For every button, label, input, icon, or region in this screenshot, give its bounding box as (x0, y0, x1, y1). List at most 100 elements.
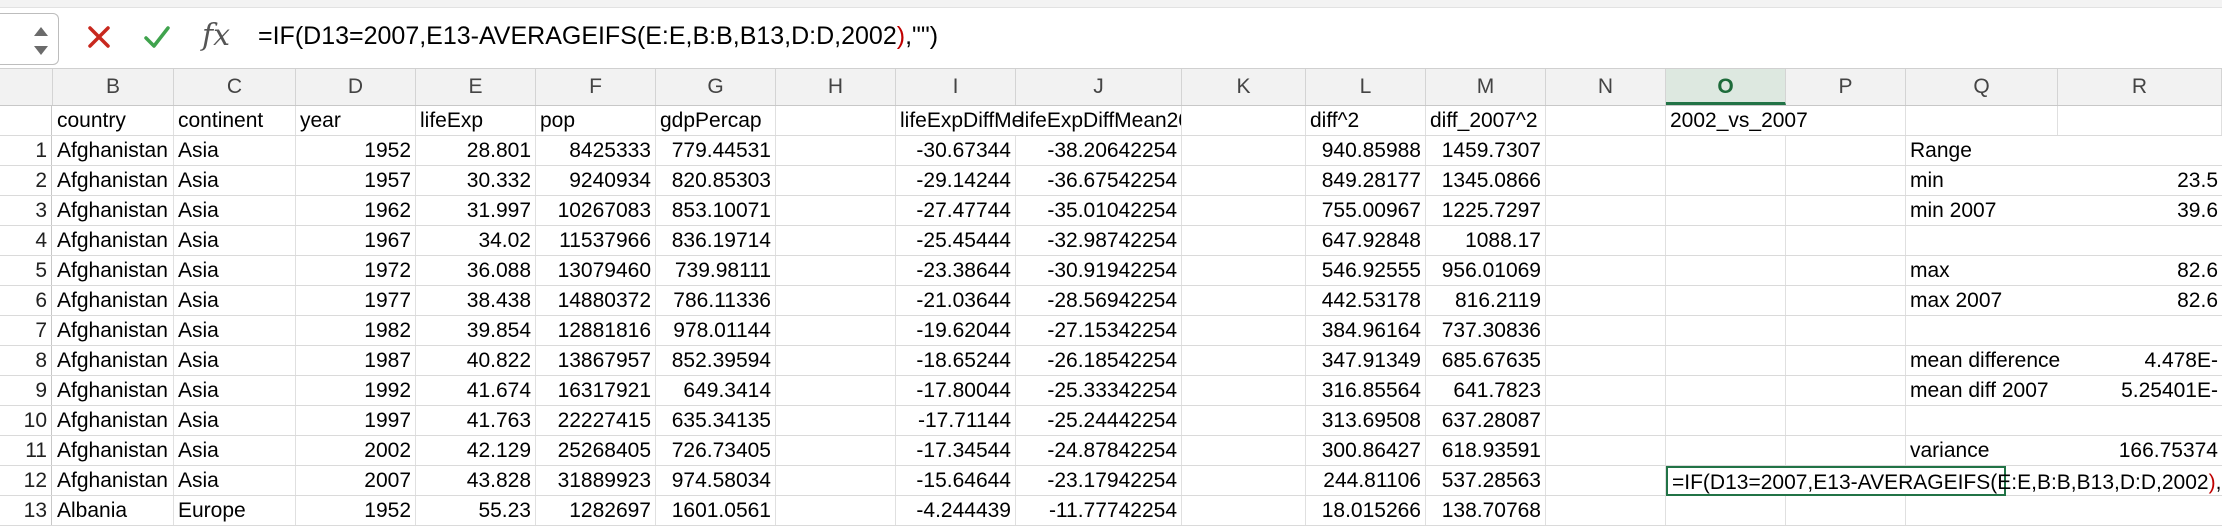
cell-c[interactable]: Asia (174, 466, 296, 495)
cell-e[interactable]: lifeExp (416, 106, 536, 135)
cell-d[interactable]: 2007 (296, 466, 416, 495)
cell-g[interactable]: 852.39594 (656, 346, 776, 375)
column-header-l[interactable]: L (1306, 69, 1426, 105)
enter-check-icon[interactable] (140, 20, 174, 54)
cell-f[interactable]: 25268405 (536, 436, 656, 465)
cell-m[interactable]: diff_2007^2 (1426, 106, 1546, 135)
stepper-down-icon[interactable] (34, 46, 48, 55)
insert-function-icon[interactable]: fx (202, 18, 230, 53)
cell-i[interactable]: -23.38644 (896, 256, 1016, 285)
cell-j[interactable]: -25.33342254 (1016, 376, 1182, 405)
cell-n[interactable] (1546, 106, 1666, 135)
cell-r[interactable] (2058, 316, 2222, 345)
cell-k[interactable] (1182, 406, 1306, 435)
cell-e[interactable]: 34.02 (416, 226, 536, 255)
cell-f[interactable]: 9240934 (536, 166, 656, 195)
cell-b[interactable]: country (53, 106, 174, 135)
name-box-stepper[interactable] (0, 13, 59, 65)
row-number[interactable]: 8 (0, 346, 52, 375)
cell-h[interactable] (776, 136, 896, 165)
cell-g[interactable]: gdpPercap (656, 106, 776, 135)
cell-r[interactable] (2058, 226, 2222, 255)
cell-e[interactable]: 43.828 (416, 466, 536, 495)
cell-m[interactable]: 618.93591 (1426, 436, 1546, 465)
cell-d[interactable]: 2002 (296, 436, 416, 465)
cell-i[interactable]: -18.65244 (896, 346, 1016, 375)
cell-n[interactable] (1546, 226, 1666, 255)
column-header-c[interactable]: C (174, 69, 296, 105)
cell-d[interactable]: 1952 (296, 496, 416, 525)
cell-m[interactable]: 1088.17 (1426, 226, 1546, 255)
cell-k[interactable] (1182, 316, 1306, 345)
cell-b[interactable]: Afghanistan (53, 406, 174, 435)
row-number[interactable]: 7 (0, 316, 52, 345)
cell-d[interactable]: 1982 (296, 316, 416, 345)
cell-f[interactable]: 31889923 (536, 466, 656, 495)
cell-q[interactable] (1906, 316, 2058, 345)
cell-i[interactable]: -21.03644 (896, 286, 1016, 315)
cell-e[interactable]: 55.23 (416, 496, 536, 525)
cell-q[interactable]: mean difference (1906, 346, 2060, 375)
cell-j[interactable]: -26.18542254 (1016, 346, 1182, 375)
cell-g[interactable]: 853.10071 (656, 196, 776, 225)
cell-k[interactable] (1182, 106, 1306, 135)
cell-f[interactable]: 13079460 (536, 256, 656, 285)
cell-l[interactable]: 384.96164 (1306, 316, 1426, 345)
cell-f[interactable]: 13867957 (536, 346, 656, 375)
row-number[interactable]: 5 (0, 256, 52, 285)
cell-e[interactable]: 39.854 (416, 316, 536, 345)
cell-h[interactable] (776, 256, 896, 285)
cell-h[interactable] (776, 376, 896, 405)
cell-p[interactable] (1786, 226, 1906, 255)
cell-j[interactable]: -36.67542254 (1016, 166, 1182, 195)
cell-k[interactable] (1182, 166, 1306, 195)
cell-m[interactable]: 641.7823 (1426, 376, 1546, 405)
cell-n[interactable] (1546, 256, 1666, 285)
cell-l[interactable]: 755.00967 (1306, 196, 1426, 225)
cell-r[interactable] (2058, 136, 2222, 165)
column-header-i[interactable]: I (896, 69, 1016, 105)
cell-j[interactable]: -25.24442254 (1016, 406, 1182, 435)
cell-p[interactable] (1786, 316, 1906, 345)
cell-j[interactable]: -11.77742254 (1016, 496, 1182, 525)
cell-q[interactable]: max (1906, 256, 2058, 285)
cell-o[interactable] (1666, 166, 1786, 195)
column-header-k[interactable]: K (1182, 69, 1306, 105)
cell-i[interactable]: -30.67344 (896, 136, 1016, 165)
column-header-p[interactable]: P (1786, 69, 1906, 105)
cell-n[interactable] (1546, 376, 1666, 405)
cell-p[interactable] (1786, 286, 1906, 315)
cell-j[interactable]: -35.01042254 (1016, 196, 1182, 225)
cell-p[interactable] (1786, 166, 1906, 195)
cell-l[interactable]: 647.92848 (1306, 226, 1426, 255)
cell-q[interactable]: mean diff 2007 (1906, 376, 2058, 405)
cell-c[interactable]: Asia (174, 406, 296, 435)
cell-p[interactable] (1786, 406, 1906, 435)
cell-f[interactable]: 16317921 (536, 376, 656, 405)
cell-d[interactable]: year (296, 106, 416, 135)
column-header-q[interactable]: Q (1906, 69, 2058, 105)
cell-m[interactable]: 637.28087 (1426, 406, 1546, 435)
cell-r[interactable]: 23.5 (2058, 166, 2222, 195)
cell-j[interactable]: -30.91942254 (1016, 256, 1182, 285)
cell-q[interactable] (1906, 406, 2058, 435)
column-header-r[interactable]: R (2058, 69, 2222, 105)
cell-j[interactable]: -28.56942254 (1016, 286, 1182, 315)
cell-q[interactable]: max 2007 (1906, 286, 2058, 315)
cell-d[interactable]: 1962 (296, 196, 416, 225)
cell-r[interactable]: 82.6 (2058, 256, 2222, 285)
cell-o[interactable]: 2002_vs_2007 (1666, 106, 1808, 135)
cell-d[interactable]: 1967 (296, 226, 416, 255)
row-number[interactable]: 12 (0, 466, 52, 495)
column-header-b[interactable]: B (53, 69, 174, 105)
cell-j[interactable]: -38.20642254 (1016, 136, 1182, 165)
cell-h[interactable] (776, 286, 896, 315)
cell-i[interactable]: -4.244439 (896, 496, 1016, 525)
cell-b[interactable]: Albania (53, 496, 174, 525)
cell-k[interactable] (1182, 466, 1306, 495)
cell-g[interactable]: 836.19714 (656, 226, 776, 255)
cell-q[interactable]: min 2007 (1906, 196, 2058, 225)
cell-h[interactable] (776, 316, 896, 345)
cell-g[interactable]: 820.85303 (656, 166, 776, 195)
cell-m[interactable]: 816.2119 (1426, 286, 1546, 315)
